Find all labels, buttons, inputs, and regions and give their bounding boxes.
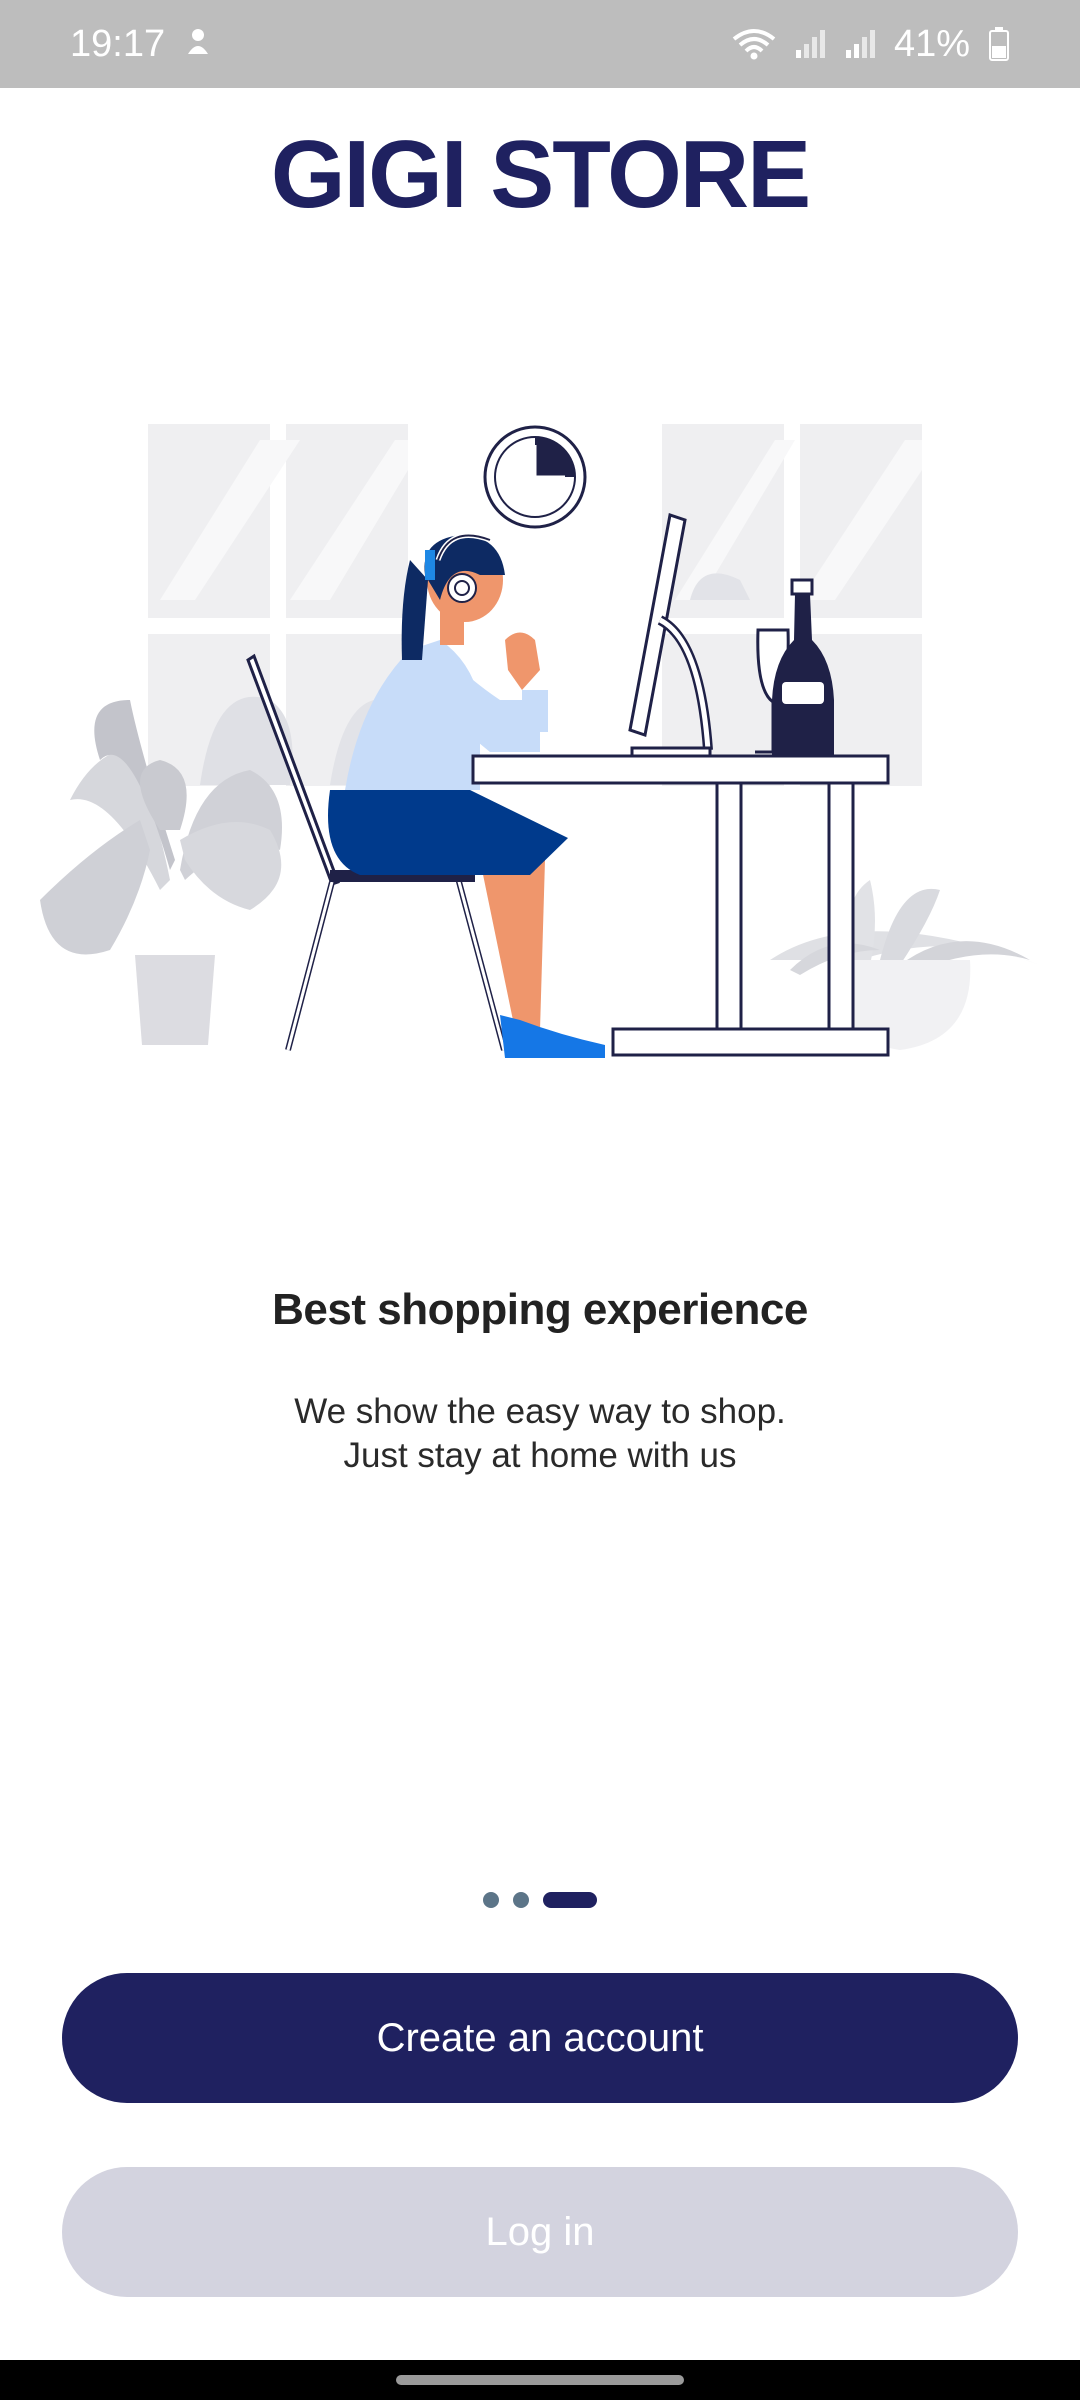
status-left: 19:17 (70, 23, 213, 66)
system-navigation-bar (0, 2360, 1080, 2400)
signal-icon (844, 28, 876, 60)
page-dot-3-active[interactable] (543, 1892, 597, 1908)
wifi-icon (732, 27, 776, 61)
page-indicator (0, 1892, 1080, 1908)
onboarding-illustration (40, 424, 1040, 1058)
clock-icon (483, 425, 587, 529)
onboarding-headline: Best shopping experience (272, 1285, 808, 1334)
user-icon (183, 23, 213, 66)
battery-level: 41% (893, 22, 970, 65)
signal-icon (794, 28, 826, 60)
plant-right (770, 880, 1040, 1050)
battery-icon (988, 26, 1010, 62)
onboarding-subtext: We show the easy way to shop. Just stay … (0, 1390, 1080, 1478)
status-time: 19:17 (70, 22, 166, 65)
page-dot-1[interactable] (483, 1892, 499, 1908)
status-right: 41% (732, 23, 1010, 66)
create-account-button[interactable]: Create an account (62, 1973, 1018, 2103)
status-bar: 19:17 41% (0, 0, 1080, 88)
page-dot-2[interactable] (513, 1892, 529, 1908)
brand-title: GIGI STORE (270, 121, 811, 228)
onboarding-subtext-line2: Just stay at home with us (343, 1436, 737, 1475)
onboarding-subtext-line1: We show the easy way to shop. (294, 1392, 786, 1431)
home-gesture-handle[interactable] (396, 2375, 684, 2385)
login-button[interactable]: Log in (62, 2167, 1018, 2297)
